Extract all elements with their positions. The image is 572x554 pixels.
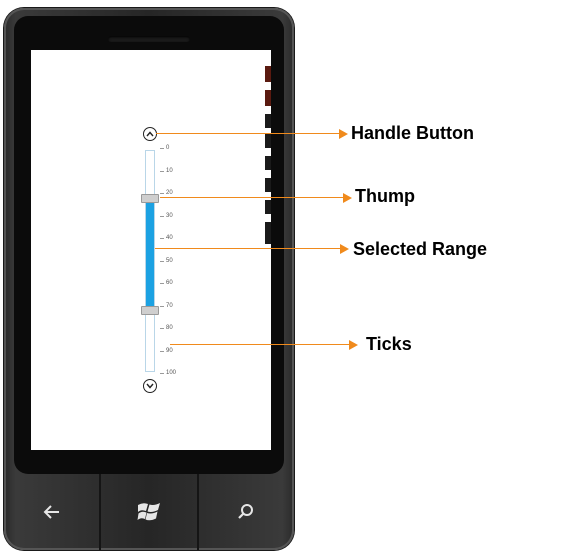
tick-label: 0: [166, 145, 170, 151]
windows-logo-icon: [137, 503, 160, 521]
tick-label: 50: [166, 257, 173, 264]
thump-arrow: [160, 197, 344, 198]
tick-mark: [160, 148, 164, 149]
tick-label: 90: [166, 347, 173, 354]
tick-mark: [160, 170, 164, 172]
range-start-thumb[interactable]: [141, 193, 159, 203]
selected-range-arrow-head: [340, 244, 349, 254]
selected-range-label: Selected Range: [353, 239, 488, 259]
handle-button-arrow: [156, 133, 340, 134]
tick-mark: [160, 215, 164, 217]
handle-up-button[interactable]: [143, 127, 157, 141]
back-arrow-icon: [43, 505, 59, 519]
tick-mark: [160, 328, 164, 329]
edge-item: [265, 222, 271, 244]
tick-mark: [160, 283, 164, 284]
edge-item: [265, 90, 271, 106]
selected-range: [146, 197, 154, 310]
tick-mark: [160, 260, 164, 262]
tick-mark: [160, 238, 164, 239]
hardware-button-bar: [4, 474, 294, 550]
handle-button-label: Handle Button: [351, 123, 474, 143]
handle-button-arrow-head: [339, 129, 348, 139]
edge-item: [265, 200, 271, 214]
edge-item: [265, 114, 271, 128]
tick-label: 60: [166, 280, 173, 286]
speaker-grille: [108, 36, 190, 42]
tick-label: 70: [166, 302, 173, 309]
thump-label: Thump: [355, 186, 415, 206]
tick-mark: [160, 305, 164, 307]
tick-label: 10: [166, 167, 173, 174]
thump-arrow-head: [343, 193, 352, 203]
edge-item: [265, 66, 271, 82]
ticks-label: Ticks: [366, 334, 412, 354]
edge-item: [265, 134, 271, 148]
chevron-up-icon: [146, 131, 154, 137]
edge-item: [265, 156, 271, 170]
back-button[interactable]: [4, 474, 99, 550]
chevron-down-icon: [146, 383, 154, 389]
ticks-arrow-head: [349, 340, 358, 350]
tick-label: 100: [166, 370, 177, 376]
handle-down-button[interactable]: [143, 379, 157, 393]
range-end-thumb[interactable]: [141, 306, 159, 315]
start-button[interactable]: [99, 474, 196, 550]
search-button[interactable]: [196, 474, 294, 550]
tick-mark: [160, 373, 164, 374]
tick-mark: [160, 350, 164, 352]
tick-label: 80: [166, 325, 173, 331]
tick-label: 30: [166, 212, 173, 219]
edge-item: [265, 178, 271, 192]
ticks-arrow: [170, 344, 350, 345]
tick-label: 40: [166, 235, 173, 241]
search-icon: [238, 504, 254, 519]
tick-label: 20: [166, 190, 173, 196]
selected-range-arrow: [155, 248, 341, 249]
tick-mark: [160, 193, 164, 194]
